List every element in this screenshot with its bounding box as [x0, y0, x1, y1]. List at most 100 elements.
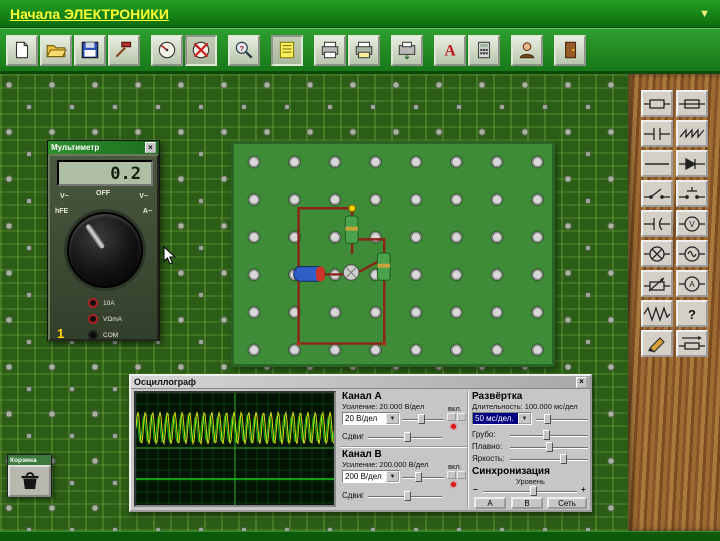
slider-thumb[interactable]	[404, 432, 411, 442]
multimeter-display: 0.2	[57, 160, 153, 186]
slider-thumb[interactable]	[543, 430, 550, 440]
component-switch-button[interactable]	[641, 180, 673, 207]
channel-a-on-button[interactable]	[447, 413, 456, 421]
channel-b-gain-slider[interactable]	[402, 471, 444, 483]
zoom-help-button[interactable]: ?	[228, 35, 260, 66]
jack-10a[interactable]	[88, 298, 98, 308]
slider-thumb[interactable]	[560, 454, 567, 464]
slider-thumb[interactable]	[544, 414, 551, 424]
slider-thumb[interactable]	[418, 414, 425, 424]
tools-button[interactable]	[108, 35, 140, 66]
zigzag-resistor-icon	[643, 305, 671, 323]
voltmeter-gauge-button[interactable]	[151, 35, 183, 66]
slider-thumb[interactable]	[404, 491, 411, 501]
switch-icon	[643, 185, 671, 203]
chevron-down-icon[interactable]: ▼	[386, 413, 399, 424]
sweep-range-select[interactable]: 50 мс/дел. ▼	[472, 412, 532, 425]
oscilloscope-body: Канал А Усиление: 20.000 В/дел 20 В/дел …	[131, 389, 590, 510]
channel-a-off-button[interactable]	[457, 413, 466, 421]
save-button[interactable]	[74, 35, 106, 66]
jack-com[interactable]	[88, 330, 98, 340]
mode-label-adc: A−	[143, 208, 152, 215]
component-pencil-button[interactable]	[641, 330, 673, 357]
channel-b-range-select[interactable]: 200 В/дел ▼	[342, 470, 400, 483]
exit-door-button[interactable]	[554, 35, 586, 66]
component-capacitor-button[interactable]	[641, 120, 673, 147]
circuit-node-3[interactable]	[382, 341, 386, 345]
channel-b-off-button[interactable]	[457, 471, 466, 479]
printer-icon	[319, 40, 341, 60]
mode-label-hfe: hFE	[55, 208, 68, 215]
letter-a-button[interactable]: A	[434, 35, 466, 66]
component-voltmeter-button[interactable]: V	[676, 210, 708, 237]
circuit-svg[interactable]	[234, 144, 552, 364]
sync-source-net-button[interactable]: Сеть	[547, 497, 587, 509]
mode-label-off: OFF	[96, 190, 110, 197]
channel-a-shift-slider[interactable]	[368, 431, 442, 443]
channel-b-shift-slider[interactable]	[368, 490, 442, 502]
breadboard[interactable]	[231, 141, 555, 367]
pcb-workspace[interactable]: V A?	[0, 74, 720, 531]
sweep-brightness-slider[interactable]	[510, 453, 588, 465]
printer-export-button[interactable]	[391, 35, 423, 66]
slider-thumb[interactable]	[546, 442, 553, 452]
component-ac-source-button[interactable]	[676, 240, 708, 267]
channel-a-gain-slider[interactable]	[402, 413, 444, 425]
component-resistor-button[interactable]	[641, 90, 673, 117]
voltmeter-gauge-off-button[interactable]	[185, 35, 217, 66]
component-help-button[interactable]: ?	[676, 300, 708, 327]
component-lamp-button[interactable]	[641, 240, 673, 267]
polar-capacitor-icon	[643, 215, 671, 233]
multimeter-titlebar[interactable]: Мультиметр ×	[48, 141, 159, 154]
component-potentiometer-button[interactable]	[641, 270, 673, 297]
component-zigzag-resistor-button[interactable]	[641, 300, 673, 327]
circuit-node-2[interactable]	[296, 341, 300, 345]
component-sawtooth-source-button[interactable]	[676, 120, 708, 147]
channel-a-range-value: 20 В/дел	[343, 413, 386, 424]
channel-b-on-button[interactable]	[447, 471, 456, 479]
chevron-down-icon[interactable]: ▼	[386, 471, 399, 482]
sync-level-slider[interactable]	[483, 485, 577, 497]
slider-thumb[interactable]	[415, 472, 422, 482]
menu-triangle-icon[interactable]: ▼	[699, 8, 710, 20]
oscilloscope-window[interactable]: Осциллограф × Канал А Усиление: 20.000 В…	[129, 374, 592, 512]
sweep-duration-text: Длительность: 100.000 мс/дел	[472, 402, 578, 411]
component-ammeter-button[interactable]: A	[676, 270, 708, 297]
component-diode-button[interactable]	[676, 150, 708, 177]
sweep-range-slider[interactable]	[536, 413, 588, 425]
assistant-button[interactable]	[511, 35, 543, 66]
oscilloscope-titlebar[interactable]: Осциллограф ×	[131, 376, 590, 389]
printer-copy-button[interactable]	[348, 35, 380, 66]
calculator-button[interactable]	[468, 35, 500, 66]
trash-drop-target[interactable]	[8, 465, 51, 497]
sweep-fine-slider[interactable]	[510, 441, 588, 453]
component-push-button-button[interactable]	[676, 180, 708, 207]
component-rheostat-button[interactable]	[676, 330, 708, 357]
trash-window[interactable]: Корзина	[7, 454, 52, 497]
printer-button[interactable]	[314, 35, 346, 66]
open-folder-icon	[45, 40, 67, 60]
sweep-coarse-slider[interactable]	[510, 429, 588, 441]
channel-a-range-select[interactable]: 20 В/дел ▼	[342, 412, 400, 425]
mode-label-vac: V~	[60, 193, 69, 200]
chevron-down-icon[interactable]: ▼	[518, 413, 531, 424]
circuit-node[interactable]	[349, 205, 356, 212]
component-polar-capacitor-button[interactable]	[641, 210, 673, 237]
open-folder-button[interactable]	[40, 35, 72, 66]
component-fuse-button[interactable]	[676, 90, 708, 117]
push-button-icon	[678, 185, 706, 203]
multimeter-window[interactable]: Мультиметр × 0.2 V~ OFF V− A− hFE 10A VΩ…	[47, 140, 160, 341]
notes-button[interactable]	[271, 35, 303, 66]
new-document-button[interactable]	[6, 35, 38, 66]
sweep-sync-panel: Развёртка Длительность: 100.000 мс/дел 5…	[470, 391, 591, 509]
component-wire-button[interactable]	[641, 150, 673, 177]
jack-vohm[interactable]	[88, 314, 98, 324]
multimeter-dial[interactable]	[67, 212, 143, 288]
sync-source-a-button[interactable]: А	[474, 497, 506, 509]
close-icon[interactable]: ×	[145, 142, 156, 153]
sync-source-b-button[interactable]: В	[511, 497, 543, 509]
exit-door-icon	[559, 40, 581, 60]
ac-source-icon	[678, 245, 706, 263]
slider-thumb[interactable]	[530, 486, 537, 496]
close-icon[interactable]: ×	[576, 377, 587, 388]
